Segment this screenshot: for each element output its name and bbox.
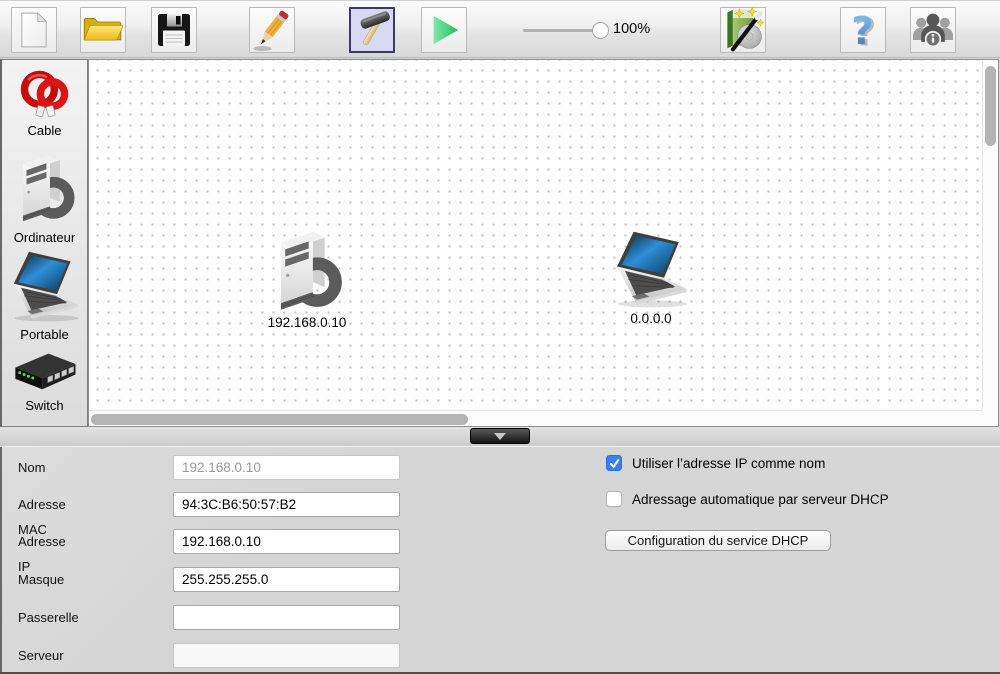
- laptop-icon: [606, 230, 696, 310]
- software-wizard-button[interactable]: [720, 7, 766, 53]
- sidebar-item-label: Switch: [25, 398, 63, 413]
- vertical-scrollbar-thumb[interactable]: [985, 66, 996, 146]
- component-sidebar: Cable Ordinateur Portable: [0, 59, 88, 427]
- dhcp-auto-checkbox-row[interactable]: Adressage automatique par serveur DHCP: [606, 491, 889, 507]
- node-label: 0.0.0.0: [630, 311, 671, 326]
- horizontal-scrollbar-thumb[interactable]: [91, 414, 468, 425]
- play-icon: [427, 12, 461, 48]
- cable-icon: [15, 67, 75, 121]
- sidebar-item-switch[interactable]: Switch: [11, 346, 79, 413]
- serveur-dns-input[interactable]: [173, 643, 400, 668]
- toolbar: 100% ? ?: [0, 0, 1000, 58]
- open-button[interactable]: [80, 7, 126, 53]
- zoom-slider[interactable]: [523, 21, 609, 39]
- sidebar-item-label: Cable: [28, 123, 62, 138]
- passerelle-label: Passerelle: [18, 605, 79, 630]
- scrollbar-corner: [982, 410, 998, 426]
- sidebar-item-portable[interactable]: Portable: [5, 249, 85, 342]
- masque-input[interactable]: [173, 567, 400, 592]
- sidebar-item-label: Portable: [20, 327, 68, 342]
- nom-label: Nom: [18, 455, 45, 480]
- zoom-slider-knob[interactable]: [592, 22, 609, 39]
- checkmark-icon: [608, 457, 621, 470]
- switch-icon: [11, 346, 79, 396]
- node-label: 192.168.0.10: [268, 315, 347, 330]
- passerelle-input[interactable]: [173, 605, 400, 630]
- collapse-panel-button[interactable]: [470, 428, 530, 444]
- zoom-level-label: 100%: [613, 21, 650, 37]
- app-window: 100% ? ?: [0, 0, 1000, 674]
- hammer-icon: [352, 10, 392, 50]
- canvas-surface[interactable]: 192.168.0.10 0.0.0.0: [89, 60, 982, 410]
- action-mode-button[interactable]: [349, 7, 395, 53]
- use-ip-as-name-checkbox-row[interactable]: Utiliser l’adresse IP comme nom: [606, 455, 825, 471]
- open-folder-icon: [82, 13, 124, 47]
- zoom-slider-track[interactable]: [523, 29, 600, 32]
- dhcp-config-button[interactable]: Configuration du service DHCP: [605, 530, 831, 551]
- config-panel: Nom Adresse MAC Adresse IP Masque Passer…: [0, 447, 1000, 674]
- computer-icon: [13, 142, 77, 228]
- canvas-node-laptop[interactable]: 0.0.0.0: [571, 230, 731, 326]
- software-wizard-icon: [721, 7, 765, 53]
- help-button[interactable]: ? ?: [840, 7, 886, 53]
- use-ip-as-name-label: Utiliser l’adresse IP comme nom: [632, 456, 825, 471]
- svg-text:?: ?: [851, 9, 873, 52]
- panel-divider: [0, 427, 1000, 447]
- save-floppy-icon: [156, 12, 192, 48]
- new-button[interactable]: [11, 7, 57, 53]
- vertical-scrollbar[interactable]: [982, 60, 998, 410]
- network-canvas[interactable]: 192.168.0.10 0.0.0.0: [88, 59, 999, 427]
- masque-label: Masque: [18, 567, 64, 592]
- computer-icon: [269, 220, 345, 314]
- laptop-icon: [5, 249, 85, 325]
- people-info-icon: [911, 10, 955, 50]
- pencil-icon: [250, 7, 294, 53]
- simulation-mode-button[interactable]: [421, 7, 467, 53]
- sidebar-item-label: Ordinateur: [14, 230, 75, 245]
- design-mode-button[interactable]: [249, 7, 295, 53]
- new-document-icon: [19, 11, 49, 49]
- adresse-mac-input[interactable]: [173, 492, 400, 517]
- canvas-node-server[interactable]: 192.168.0.10: [227, 220, 387, 330]
- about-button[interactable]: [910, 7, 956, 53]
- horizontal-scrollbar[interactable]: [89, 410, 982, 426]
- sidebar-item-cable[interactable]: Cable: [15, 67, 75, 138]
- nom-input[interactable]: [173, 455, 400, 480]
- use-ip-as-name-checkbox[interactable]: [606, 455, 622, 471]
- save-button[interactable]: [151, 7, 197, 53]
- chevron-down-icon: [494, 433, 506, 440]
- adresse-ip-input[interactable]: [173, 529, 400, 554]
- dhcp-auto-label: Adressage automatique par serveur DHCP: [632, 492, 889, 507]
- serveur-dns-label: Serveur DNS: [18, 643, 64, 674]
- dhcp-auto-checkbox[interactable]: [606, 491, 622, 507]
- sidebar-item-ordinateur[interactable]: Ordinateur: [13, 142, 77, 245]
- question-mark-icon: ? ?: [844, 8, 882, 52]
